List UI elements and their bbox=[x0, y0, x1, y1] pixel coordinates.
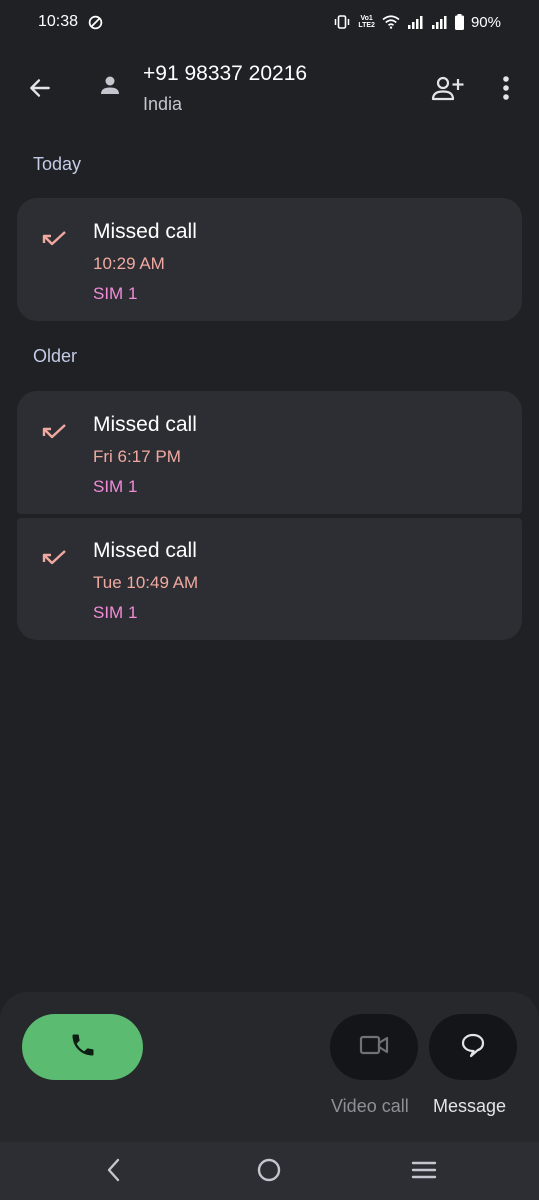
do-not-disturb-icon bbox=[88, 15, 103, 30]
more-vert-icon bbox=[502, 75, 510, 106]
person-add-icon bbox=[431, 74, 465, 107]
videocam-icon bbox=[359, 1034, 389, 1061]
person-icon bbox=[98, 73, 122, 102]
call-entry[interactable]: Missed call Fri 6:17 PM SIM 1 bbox=[17, 391, 522, 514]
contact-header: +91 98337 20216 India bbox=[0, 50, 539, 126]
add-contact-button[interactable] bbox=[426, 70, 470, 110]
phone-icon bbox=[69, 1031, 97, 1064]
call-time: Tue 10:49 AM bbox=[93, 573, 199, 592]
volte-indicator: Vo1 LTE2 bbox=[358, 15, 375, 29]
arrow-back-icon bbox=[27, 75, 53, 106]
circle-home-icon bbox=[256, 1157, 282, 1188]
call-type: Missed call bbox=[93, 220, 197, 243]
nav-back-button[interactable] bbox=[98, 1156, 130, 1188]
call-time: 10:29 AM bbox=[93, 254, 165, 273]
missed-call-icon bbox=[41, 228, 69, 256]
signal-sim1-icon bbox=[407, 15, 424, 29]
battery-percent: 90% bbox=[470, 13, 501, 31]
nav-home-button[interactable] bbox=[253, 1156, 285, 1188]
call-entry[interactable]: Missed call Tue 10:49 AM SIM 1 bbox=[17, 518, 522, 640]
chevron-left-icon bbox=[104, 1158, 124, 1187]
chat-bubble-icon bbox=[460, 1032, 486, 1063]
missed-call-icon bbox=[41, 547, 69, 575]
call-type: Missed call bbox=[93, 413, 197, 436]
missed-call-icon bbox=[41, 421, 69, 449]
video-call-button[interactable] bbox=[330, 1014, 418, 1080]
status-time: 10:38 bbox=[38, 13, 79, 30]
signal-sim2-icon bbox=[431, 15, 448, 29]
message-button[interactable] bbox=[429, 1014, 517, 1080]
status-bar: 10:38 Vo1 LTE2 90% bbox=[0, 0, 539, 44]
call-time: Fri 6:17 PM bbox=[93, 447, 181, 466]
nav-recents-button[interactable] bbox=[408, 1156, 440, 1188]
call-sim: SIM 1 bbox=[93, 284, 138, 303]
section-older: Older bbox=[33, 346, 78, 366]
navigation-bar bbox=[0, 1142, 539, 1200]
back-button[interactable] bbox=[20, 70, 60, 110]
call-entry[interactable]: Missed call 10:29 AM SIM 1 bbox=[17, 198, 522, 321]
volte-bottom: LTE2 bbox=[358, 22, 375, 29]
call-type: Missed call bbox=[93, 539, 197, 562]
more-options-button[interactable] bbox=[488, 70, 524, 110]
wifi-icon bbox=[382, 15, 400, 29]
call-button[interactable] bbox=[22, 1014, 143, 1080]
message-label: Message bbox=[433, 1096, 507, 1116]
action-panel: Video call Message bbox=[0, 992, 539, 1142]
call-sim: SIM 1 bbox=[93, 477, 138, 496]
volte-top: Vo1 bbox=[360, 15, 373, 22]
section-today: Today bbox=[33, 154, 82, 174]
avatar bbox=[95, 72, 125, 102]
call-sim: SIM 1 bbox=[93, 603, 138, 622]
contact-region: India bbox=[143, 94, 183, 114]
status-right: Vo1 LTE2 90% bbox=[333, 14, 501, 31]
menu-lines-icon bbox=[410, 1159, 438, 1186]
battery-icon bbox=[454, 14, 464, 30]
contact-number: +91 98337 20216 bbox=[143, 62, 308, 85]
video-call-label: Video call bbox=[331, 1096, 409, 1116]
status-left: 10:38 bbox=[38, 13, 103, 31]
vibrate-icon bbox=[333, 15, 351, 29]
